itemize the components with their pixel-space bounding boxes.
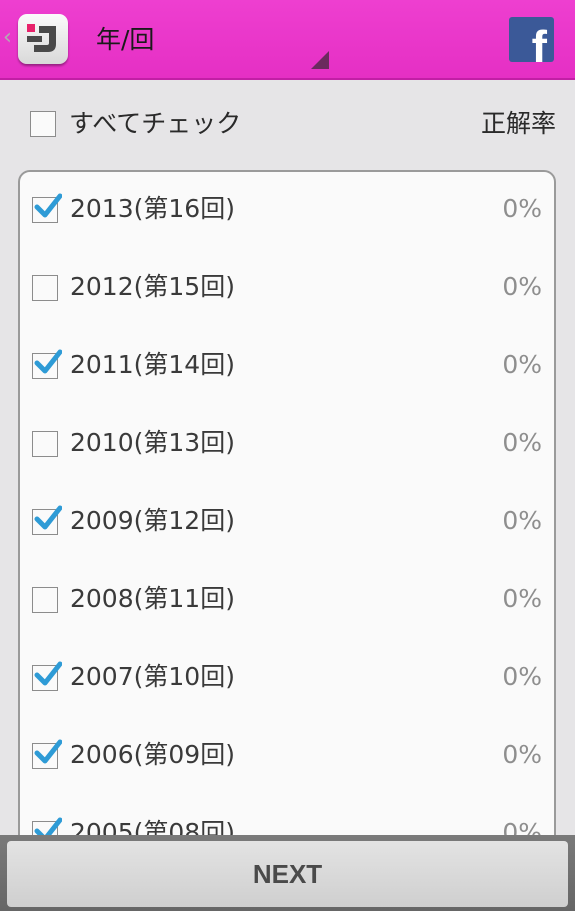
checkmark-icon xyxy=(34,505,62,530)
action-bar: ‹ 年/回 f xyxy=(0,0,575,80)
check-all-checkbox[interactable] xyxy=(30,111,56,137)
up-caret-icon[interactable]: ‹ xyxy=(3,26,12,50)
list-item[interactable]: 2007(第10回) 0% xyxy=(20,640,554,718)
facebook-share-button[interactable]: f xyxy=(509,17,554,62)
checkmark-icon xyxy=(34,349,62,374)
list-item[interactable]: 2009(第12回) 0% xyxy=(20,484,554,562)
year-list: 2013(第16回) 0% 2012(第15回) 0% 2011(第14回) 0… xyxy=(18,170,556,890)
checkmark-icon xyxy=(34,661,62,686)
year-label: 2011(第14回) xyxy=(70,350,235,379)
checkmark-icon xyxy=(34,193,62,218)
year-checkbox[interactable] xyxy=(32,349,62,379)
year-checkbox[interactable] xyxy=(32,431,58,457)
correct-rate: 0% xyxy=(502,662,542,691)
correct-rate: 0% xyxy=(502,584,542,613)
correct-rate: 0% xyxy=(502,350,542,379)
spinner-dropdown-icon[interactable] xyxy=(311,51,329,69)
year-label: 2009(第12回) xyxy=(70,506,235,535)
year-label: 2007(第10回) xyxy=(70,662,235,691)
list-item[interactable]: 2013(第16回) 0% xyxy=(20,172,554,250)
list-item[interactable]: 2010(第13回) 0% xyxy=(20,406,554,484)
correct-rate: 0% xyxy=(502,428,542,457)
list-item[interactable]: 2011(第14回) 0% xyxy=(20,328,554,406)
next-button[interactable]: NEXT xyxy=(7,841,568,907)
correct-rate-header: 正解率 xyxy=(480,109,556,138)
year-label: 2012(第15回) xyxy=(70,272,235,301)
bottom-bar: NEXT xyxy=(0,835,575,911)
year-label: 2013(第16回) xyxy=(70,194,235,223)
list-item[interactable]: 2012(第15回) 0% xyxy=(20,250,554,328)
correct-rate: 0% xyxy=(502,272,542,301)
correct-rate: 0% xyxy=(502,506,542,535)
year-checkbox[interactable] xyxy=(32,739,62,769)
year-checkbox[interactable] xyxy=(32,587,58,613)
list-item[interactable]: 2008(第11回) 0% xyxy=(20,562,554,640)
correct-rate: 0% xyxy=(502,194,542,223)
checkmark-icon xyxy=(34,739,62,764)
app-logo-icon[interactable] xyxy=(18,14,68,64)
correct-rate: 0% xyxy=(502,740,542,769)
screen-title[interactable]: 年/回 xyxy=(96,24,154,56)
facebook-icon: f xyxy=(531,21,547,62)
year-label: 2008(第11回) xyxy=(70,584,235,613)
list-item[interactable]: 2006(第09回) 0% xyxy=(20,718,554,796)
check-all-label[interactable]: すべてチェック xyxy=(69,107,241,141)
year-label: 2010(第13回) xyxy=(70,428,235,457)
year-checkbox[interactable] xyxy=(32,505,62,535)
year-label: 2006(第09回) xyxy=(70,740,235,769)
year-checkbox[interactable] xyxy=(32,193,62,223)
year-checkbox[interactable] xyxy=(32,661,62,691)
year-checkbox[interactable] xyxy=(32,275,58,301)
